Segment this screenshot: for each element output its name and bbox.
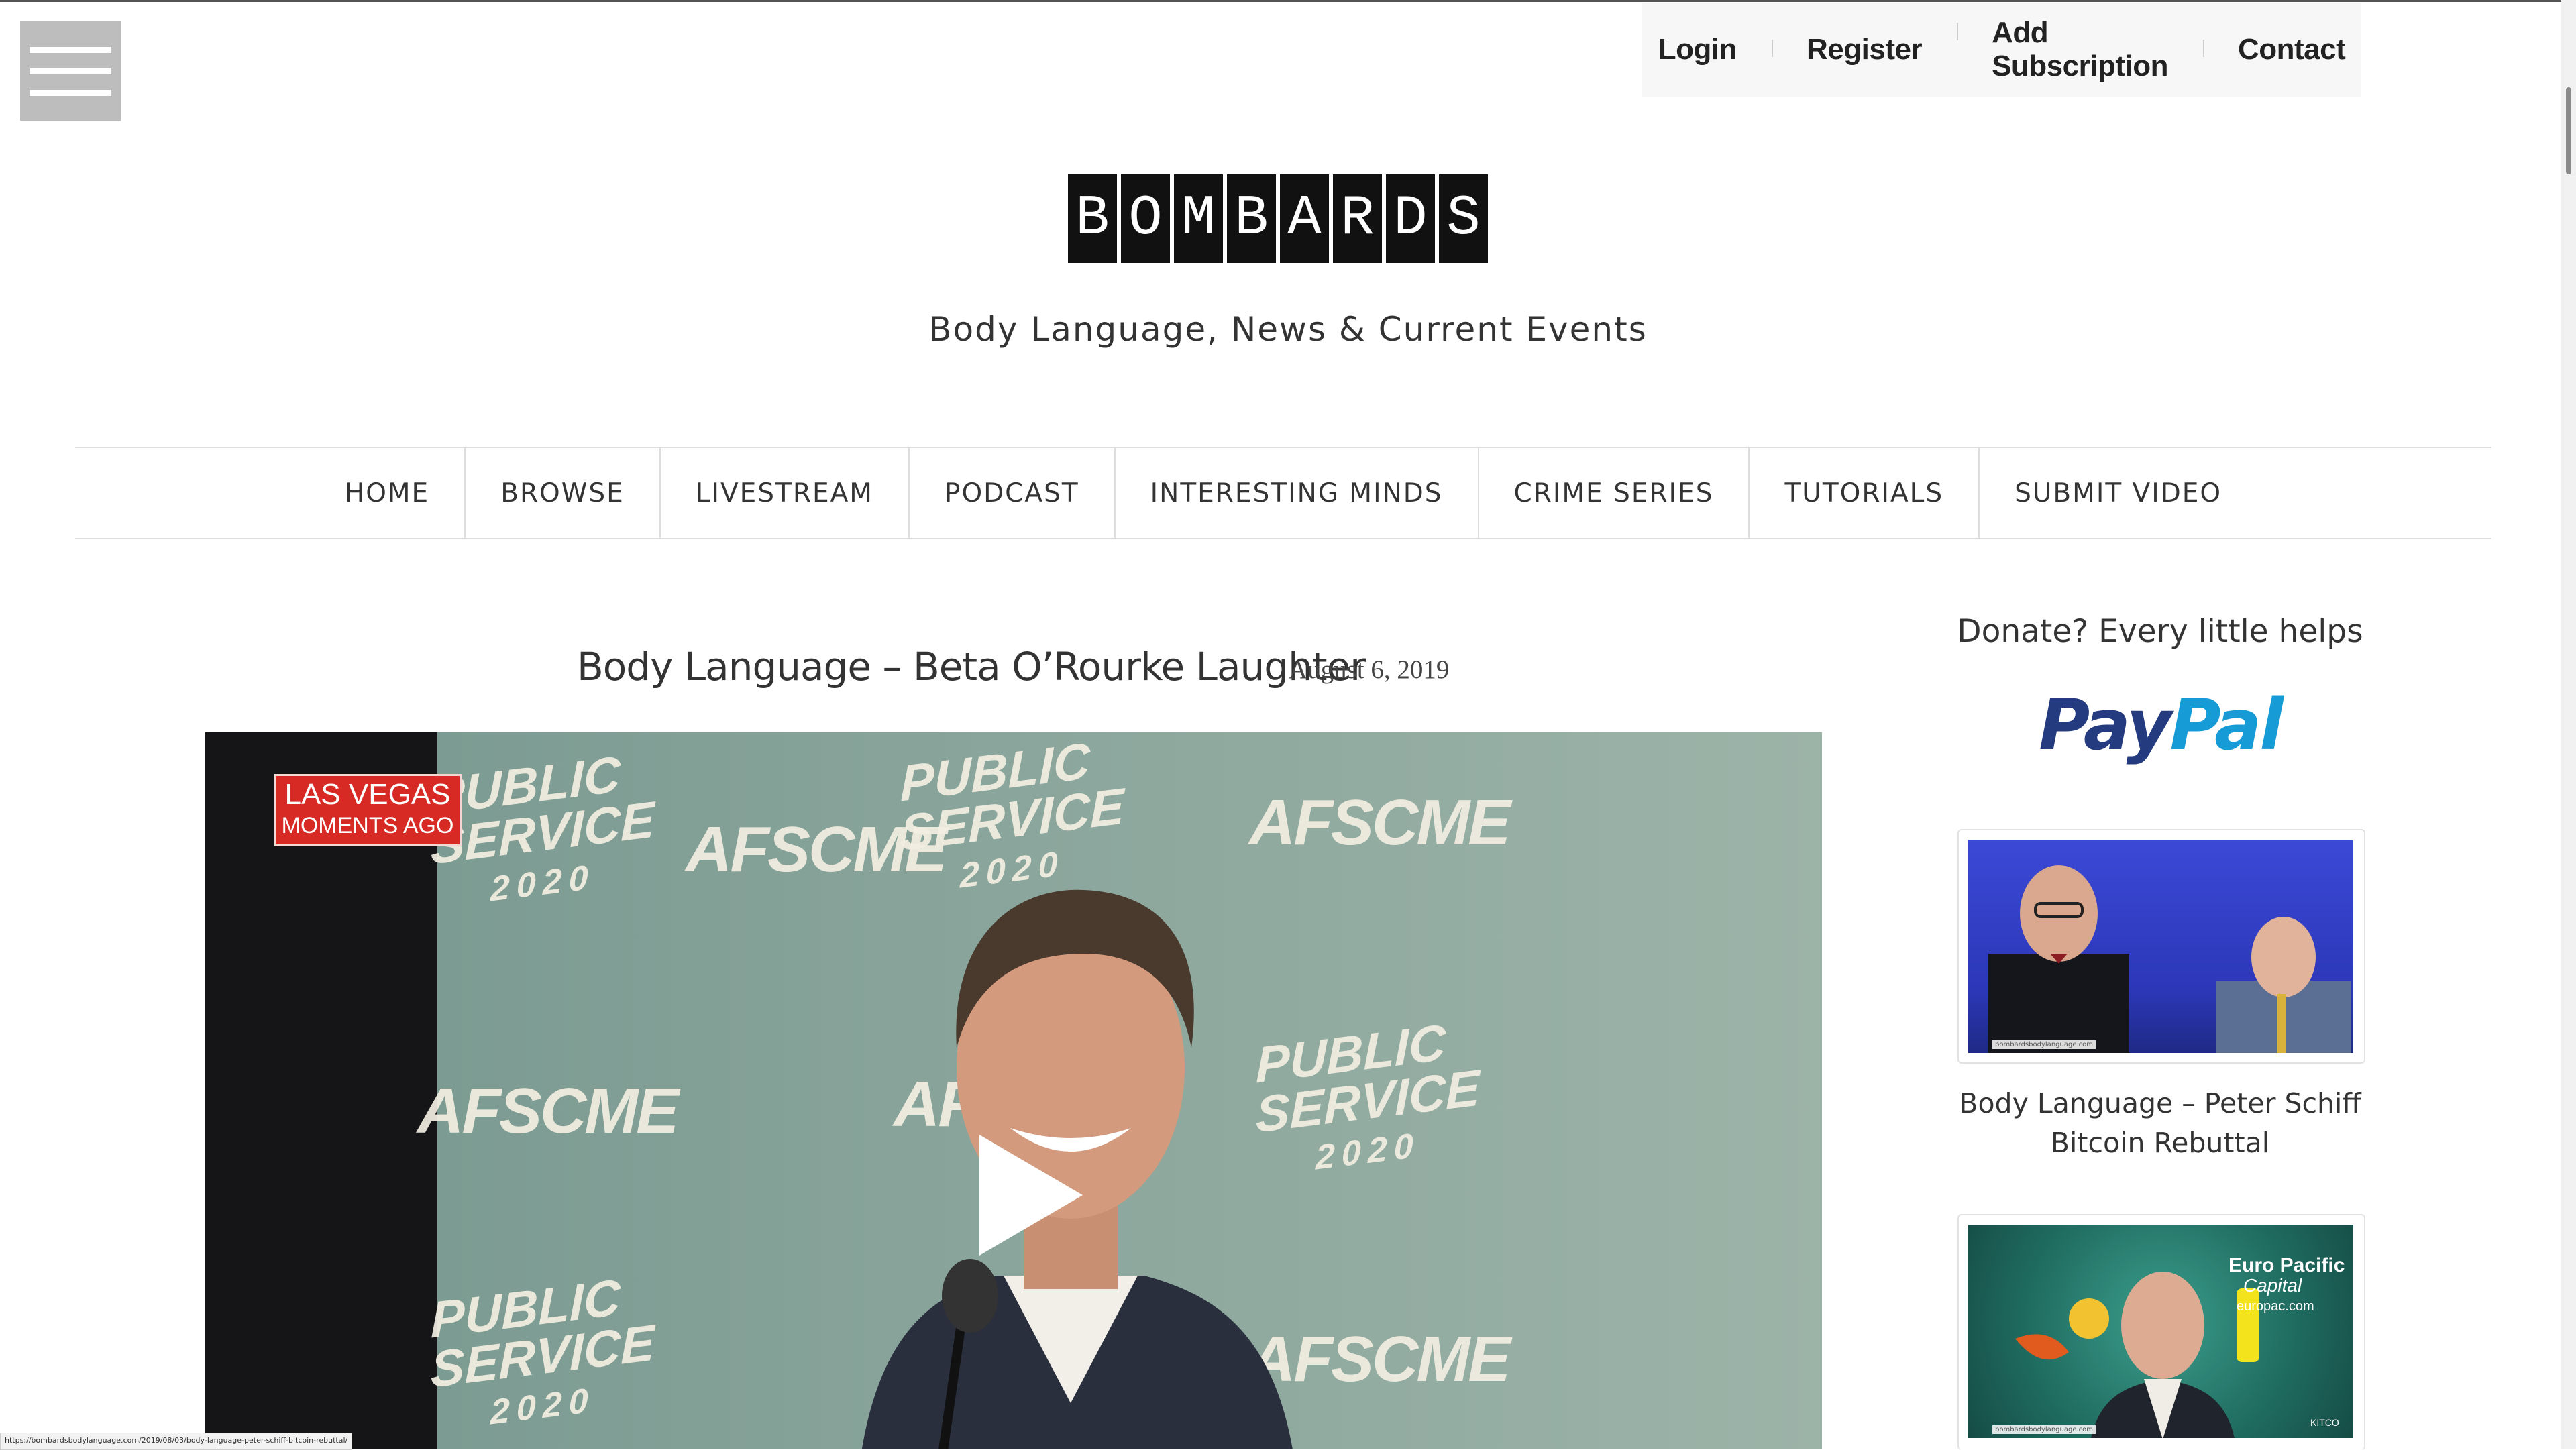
site-logo[interactable]: B O M B A R D S bbox=[1068, 174, 1488, 263]
backdrop-logo: AFSCME bbox=[417, 1075, 679, 1147]
microphone-icon bbox=[942, 1259, 998, 1333]
logo-letter: B bbox=[1227, 174, 1276, 263]
nav-browse[interactable]: BROWSE bbox=[464, 448, 659, 538]
left-speaker-face bbox=[2020, 865, 2098, 962]
cape-icon bbox=[2015, 1334, 2069, 1360]
main-navigation: HOME BROWSE LIVESTREAM PODCAST INTERESTI… bbox=[75, 447, 2491, 539]
overlay-text-line3: europac.com bbox=[2237, 1299, 2314, 1314]
hamburger-menu-button[interactable] bbox=[20, 21, 121, 121]
donate-heading: Donate? Every little helps bbox=[1957, 613, 2363, 650]
speaker-face bbox=[2121, 1272, 2204, 1379]
nav-home[interactable]: HOME bbox=[310, 448, 464, 538]
overlay-text-line2: Capital bbox=[2243, 1275, 2302, 1296]
post-date: August 6, 2019 bbox=[1289, 655, 1450, 684]
nav-tutorials[interactable]: TUTORIALS bbox=[1748, 448, 1978, 538]
account-links-bar: Login Register Add Subscription Contact bbox=[1642, 3, 2361, 97]
related-video-card[interactable]: Euro Pacific Capital europac.com KITCO b… bbox=[1957, 1214, 2365, 1450]
nav-submit-video[interactable]: SUBMIT VIDEO bbox=[1978, 448, 2257, 538]
overlay-text-line1: Euro Pacific bbox=[2229, 1254, 2345, 1276]
live-location-badge: LAS VEGAS MOMENTS AGO bbox=[274, 774, 462, 846]
related-video-thumbnail: bombardsbodylanguage.com bbox=[1968, 840, 2353, 1053]
video-player[interactable]: PUBLIC SERVICE 2020 AFSCME PUBLIC SERVICE 20… bbox=[205, 732, 1822, 1449]
logo-letter: D bbox=[1386, 174, 1435, 263]
right-speaker-face bbox=[2251, 917, 2316, 997]
related-video-title[interactable]: Body Language – Peter Schiff Bitcoin Reb… bbox=[1945, 1084, 2375, 1163]
site-tagline: Body Language, News & Current Events bbox=[928, 310, 1648, 349]
paypal-logo-part: Pay bbox=[2039, 684, 2171, 766]
hamburger-icon bbox=[30, 47, 111, 53]
post-title[interactable]: Body Language – Beta O’Rourke Laughter bbox=[577, 644, 1366, 689]
thumbnail-watermark: bombardsbodylanguage.com bbox=[1992, 1040, 2096, 1049]
paypal-donate-button[interactable]: PayPal bbox=[1945, 684, 2375, 766]
hamburger-bar bbox=[30, 68, 111, 74]
nav-podcast[interactable]: PODCAST bbox=[908, 448, 1114, 538]
badge-location: LAS VEGAS bbox=[284, 778, 451, 811]
left-speaker-jacket bbox=[1988, 954, 2129, 1053]
add-subscription-link[interactable]: Add Subscription bbox=[1957, 16, 2203, 83]
nav-interesting-minds[interactable]: INTERESTING MINDS bbox=[1114, 448, 1478, 538]
logo-letter: M bbox=[1174, 174, 1223, 263]
nav-livestream[interactable]: LIVESTREAM bbox=[659, 448, 908, 538]
thumbnail-art bbox=[1988, 865, 2351, 1053]
bitcoin-coin-icon bbox=[2069, 1298, 2109, 1339]
backdrop-logo: PUBLIC SERVICE 2020 bbox=[431, 746, 655, 922]
top-border bbox=[0, 0, 2576, 2]
page-scrollbar[interactable] bbox=[2561, 0, 2576, 1449]
backdrop-logo: PUBLIC SERVICE 2020 bbox=[431, 1269, 655, 1445]
badge-moments: MOMENTS AGO bbox=[281, 813, 454, 838]
login-link[interactable]: Login bbox=[1623, 33, 1772, 66]
related-video-thumbnail: Euro Pacific Capital europac.com KITCO b… bbox=[1968, 1225, 2353, 1438]
related-video-card[interactable]: bombardsbodylanguage.com bbox=[1957, 829, 2365, 1064]
logo-letter: O bbox=[1121, 174, 1170, 263]
status-bar-url: https://bombardsbodylanguage.com/2019/08… bbox=[0, 1433, 353, 1450]
register-link[interactable]: Register bbox=[1772, 33, 1957, 66]
contact-link[interactable]: Contact bbox=[2202, 33, 2380, 66]
nav-crime-series[interactable]: CRIME SERIES bbox=[1477, 448, 1749, 538]
logo-letter: A bbox=[1280, 174, 1329, 263]
hamburger-bar bbox=[30, 90, 111, 96]
logo-letter: B bbox=[1068, 174, 1117, 263]
play-icon[interactable] bbox=[979, 1135, 1083, 1256]
logo-letter: R bbox=[1333, 174, 1382, 263]
logo-letter: S bbox=[1439, 174, 1488, 263]
paypal-logo-part: Pal bbox=[2169, 684, 2283, 766]
corner-label: KITCO bbox=[2310, 1417, 2339, 1428]
tie-icon bbox=[2277, 994, 2286, 1053]
scrollbar-thumb[interactable] bbox=[2566, 87, 2571, 174]
thumbnail-watermark: bombardsbodylanguage.com bbox=[1992, 1425, 2096, 1434]
thumbnail-art: Euro Pacific Capital europac.com KITCO bbox=[2015, 1254, 2345, 1438]
